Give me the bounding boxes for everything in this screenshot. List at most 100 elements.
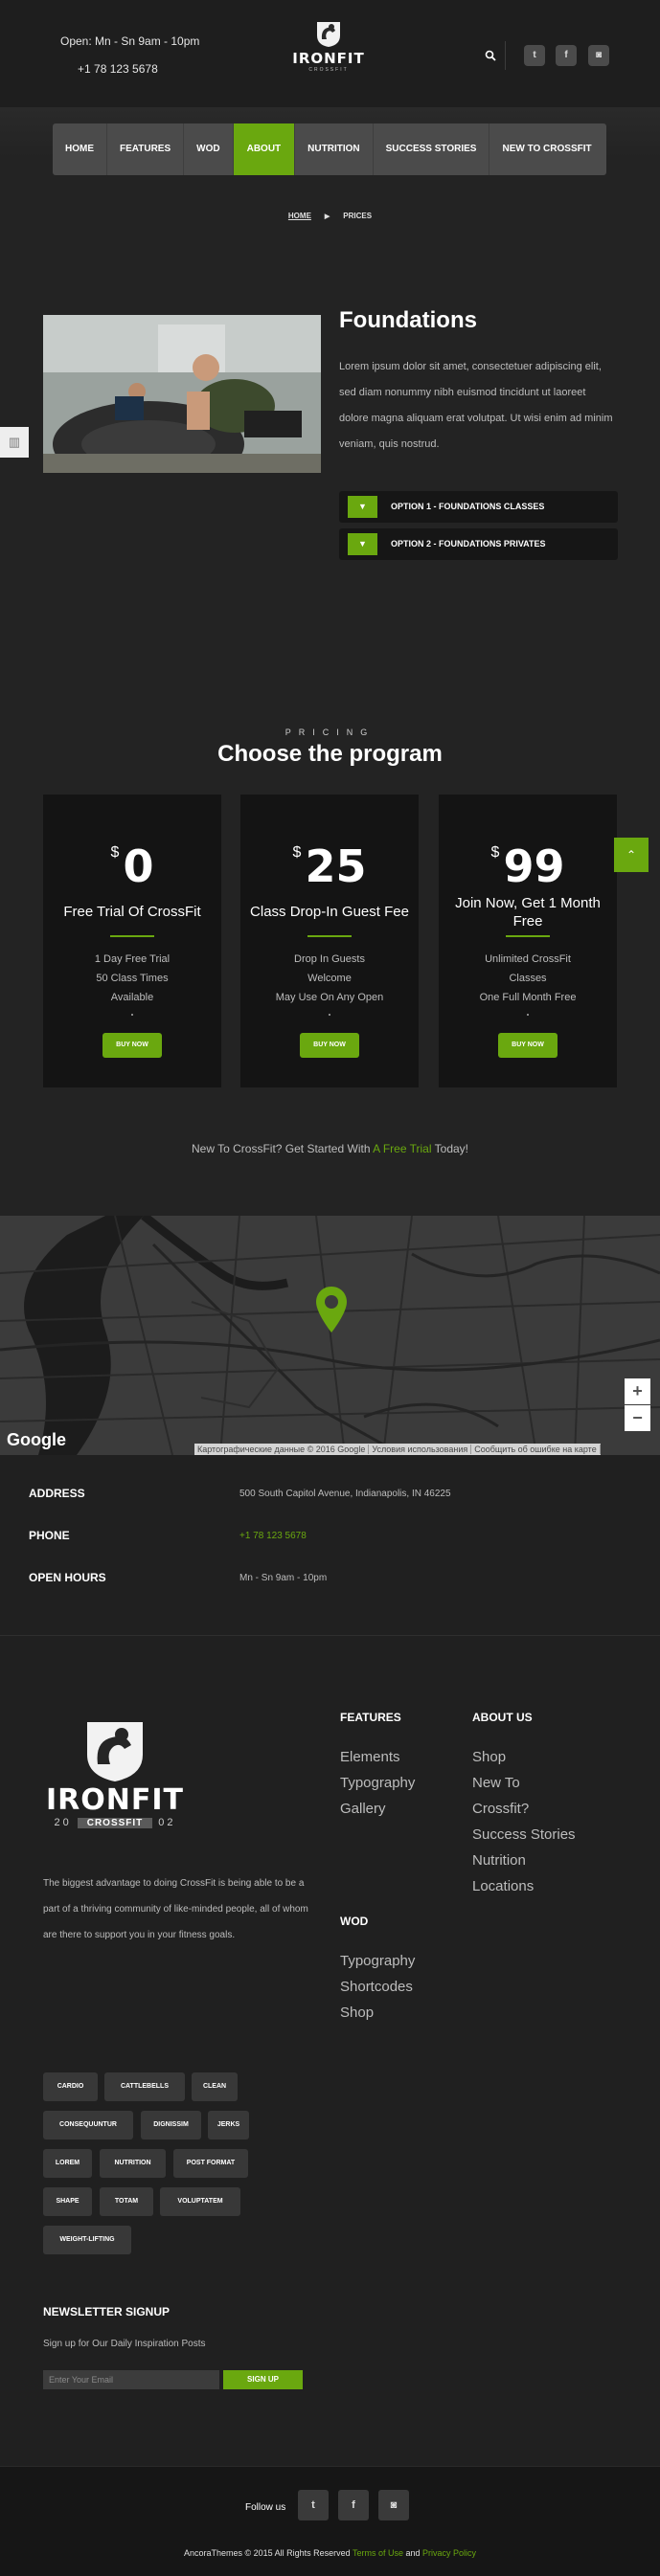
footer-link[interactable]: Nutrition [472, 1848, 576, 1873]
tag[interactable]: CONSEQUUNTUR [43, 2111, 133, 2139]
scroll-to-top-icon[interactable]: ⌃ [614, 838, 649, 872]
plan-divider [307, 935, 352, 937]
facebook-icon[interactable]: f [556, 45, 577, 66]
map-pin-icon[interactable] [314, 1285, 349, 1334]
plan-divider [110, 935, 154, 937]
tag[interactable]: DIGNISSIM [141, 2111, 201, 2139]
nav-item-nutrition[interactable]: NUTRITION [295, 123, 374, 175]
newsletter-email-input[interactable] [43, 2370, 219, 2389]
newsletter-title: NEWSLETTER SIGNUP [43, 2305, 171, 2318]
tumblr-icon[interactable]: t [298, 2490, 329, 2520]
accordion-toggle-icon[interactable]: ▼ [348, 533, 377, 555]
footer-logo[interactable]: IRONFIT 20 CROSSFIT 02 [43, 1718, 187, 1828]
tag[interactable]: VOLUPTATEM [160, 2187, 240, 2216]
page: Open: Mn - Sn 9am - 10pm +1 78 123 5678 … [0, 0, 660, 2576]
footer-link[interactable]: Crossfit? [472, 1796, 576, 1822]
buy-now-button[interactable]: BUY NOW [300, 1033, 359, 1058]
instagram-icon[interactable]: ◙ [378, 2490, 409, 2520]
footer-link[interactable]: Gallery [340, 1796, 415, 1822]
header-phone[interactable]: +1 78 123 5678 [78, 62, 158, 76]
tag[interactable]: CATTLEBELLS [104, 2072, 185, 2101]
tag[interactable]: JERKS [208, 2111, 249, 2139]
contact-info: ADDRESS 500 South Capitol Avenue, Indian… [0, 1455, 660, 1637]
copyright: AncoraThemes © 2015 All Rights Reserved … [183, 2548, 477, 2558]
footer-about-text: The biggest advantage to doing CrossFit … [43, 1878, 308, 1940]
tag[interactable]: POST FORMAT [173, 2149, 248, 2178]
footer-about-heading: ABOUT US [472, 1711, 533, 1724]
map-zoom-in-button[interactable]: + [625, 1378, 650, 1404]
map-terms-link[interactable]: Условия использования [369, 1445, 472, 1454]
footer-about-links: Shop New To Crossfit? Success Stories Nu… [472, 1744, 576, 1899]
nav-item-wod[interactable]: WOD [184, 123, 234, 175]
footer-link[interactable]: Locations [472, 1873, 576, 1899]
pricing-title: Choose the program [217, 741, 443, 767]
location-map[interactable]: + − Google Картографические данные © 201… [0, 1216, 660, 1455]
instagram-icon[interactable]: ◙ [588, 45, 609, 66]
tag[interactable]: TOTAM [100, 2187, 153, 2216]
accordion-option-2[interactable]: ▼ OPTION 2 - FOUNDATIONS PRIVATES [339, 528, 618, 560]
footer-link[interactable]: Shop [472, 1744, 576, 1770]
site-logo[interactable]: IRONFIT CROSSFIT [290, 19, 367, 91]
map-report-link[interactable]: Сообщить об ошибке на карте [471, 1445, 601, 1454]
header-divider [505, 41, 506, 70]
foundations-text: Lorem ipsum dolor sit amet, consectetuer… [339, 361, 613, 450]
breadcrumb: HOME ▶ PRICES [0, 212, 660, 220]
phone-value[interactable]: +1 78 123 5678 [239, 1531, 307, 1541]
breadcrumb-home[interactable]: HOME [288, 212, 311, 220]
buy-now-button[interactable]: BUY NOW [102, 1033, 162, 1058]
footer-link[interactable]: Success Stories [472, 1822, 576, 1848]
buy-now-button[interactable]: BUY NOW [498, 1033, 558, 1058]
footer-link[interactable]: Shortcodes [340, 1974, 415, 2000]
plan-feature: Drop In Guests [294, 953, 365, 965]
map-data-credit: Картографические данные © 2016 Google [194, 1445, 370, 1454]
foundations-title: Foundations [339, 307, 477, 333]
accordion-option-1[interactable]: ▼ OPTION 1 - FOUNDATIONS CLASSES [339, 491, 618, 523]
bodybuilder-logo-icon [87, 1722, 143, 1781]
hours-label: OPEN HOURS [29, 1571, 106, 1584]
nav-item-about[interactable]: ABOUT [233, 123, 296, 175]
nav-item-home[interactable]: HOME [53, 123, 107, 175]
footer-logo-wordmark: IRONFIT [46, 1783, 184, 1817]
brand-link[interactable]: AncoraThemes [184, 2548, 242, 2558]
tag[interactable]: LOREM [43, 2149, 92, 2178]
nav-item-features[interactable]: FEATURES [107, 123, 185, 175]
map-zoom-out-button[interactable]: − [625, 1405, 650, 1431]
map-attribution: Картографические данные © 2016 Google Усл… [194, 1444, 601, 1455]
site-footer: IRONFIT 20 CROSSFIT 02 The biggest advanta… [0, 1637, 660, 2466]
nav-item-new-to-crossfit[interactable]: NEW TO CROSSFIT [489, 123, 603, 175]
privacy-link[interactable]: Privacy Policy [422, 2548, 476, 2558]
plan-title: Class Drop-In Guest Fee [250, 904, 409, 920]
more-indicator [131, 1014, 133, 1016]
footer-link[interactable]: Elements [340, 1744, 415, 1770]
nav-item-success-stories[interactable]: SUCCESS STORIES [374, 123, 490, 175]
facebook-icon[interactable]: f [338, 2490, 369, 2520]
section-divider [0, 1635, 660, 1636]
plan-feature: One Full Month Free [479, 992, 577, 1003]
plan-features: Drop In Guests Welcome May Use On Any Op… [250, 950, 409, 1007]
terms-link[interactable]: Terms of Use [353, 2548, 403, 2558]
more-indicator [329, 1014, 330, 1016]
newsletter-signup-button[interactable]: SIGN UP [223, 2370, 303, 2389]
side-panel-toggle[interactable]: ▥ [0, 427, 29, 458]
accordion-option-1-label: OPTION 1 - FOUNDATIONS CLASSES [391, 502, 545, 511]
tag[interactable]: CLEAN [192, 2072, 238, 2101]
tag[interactable]: NUTRITION [100, 2149, 166, 2178]
search-icon[interactable] [485, 50, 496, 61]
price: $25 [292, 840, 367, 892]
free-trial-link[interactable]: A Free Trial [373, 1142, 431, 1155]
tag[interactable]: WEIGHT-LIFTING [43, 2226, 131, 2254]
more-indicator [527, 1014, 529, 1016]
footer-link[interactable]: Shop [340, 2000, 415, 2026]
pricing-card-free: $0 Free Trial Of CrossFit 1 Day Free Tri… [43, 795, 221, 1087]
plan-feature: 1 Day Free Trial [94, 953, 171, 965]
tag[interactable]: SHAPE [43, 2187, 92, 2216]
address-label: ADDRESS [29, 1487, 85, 1500]
plan-features: 1 Day Free Trial 50 Class Times Availabl… [53, 950, 212, 1007]
tag[interactable]: CARDIO [43, 2072, 98, 2101]
footer-link[interactable]: New To [472, 1770, 576, 1796]
footer-link[interactable]: Typography [340, 1770, 415, 1796]
address-value: 500 South Capitol Avenue, Indianapolis, … [239, 1489, 451, 1499]
tumblr-icon[interactable]: t [524, 45, 545, 66]
accordion-toggle-icon[interactable]: ▼ [348, 496, 377, 518]
footer-link[interactable]: Typography [340, 1948, 415, 1974]
